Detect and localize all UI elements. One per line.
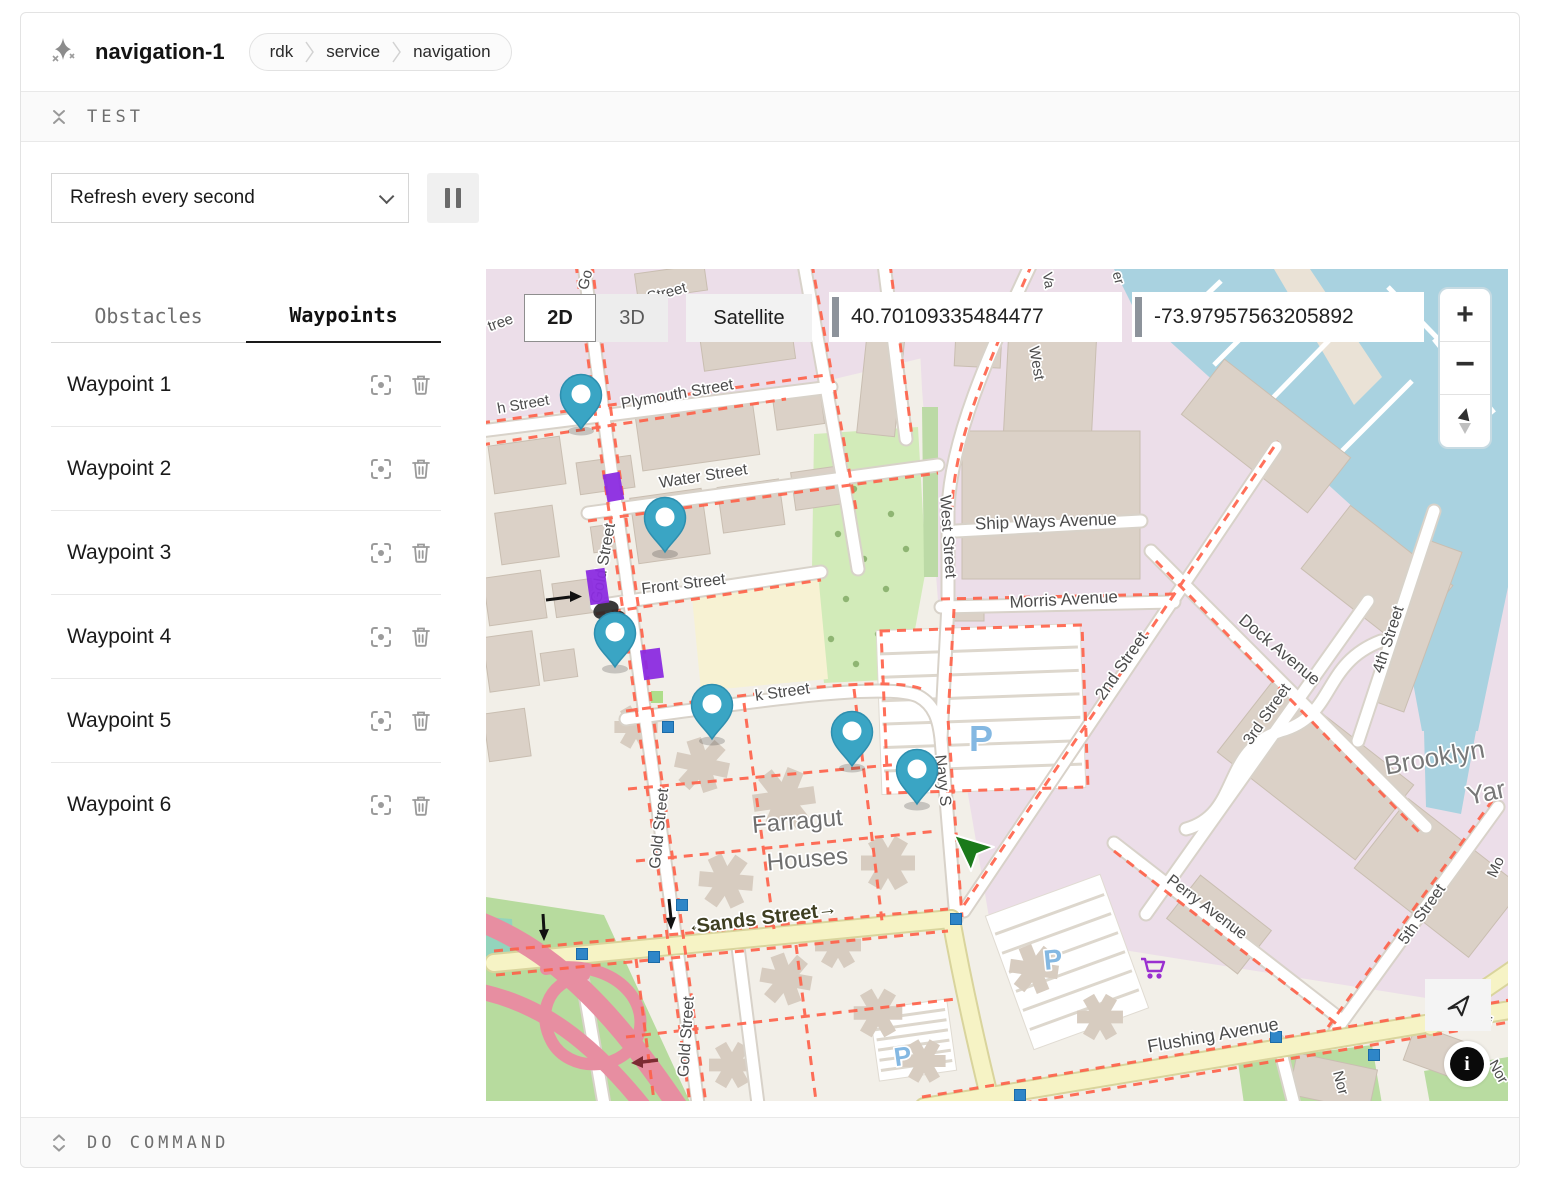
svg-text:Va: Va: [1040, 271, 1059, 290]
waypoint-label: Waypoint 6: [67, 793, 361, 817]
collapse-icon: [51, 106, 67, 128]
focus-icon: [369, 625, 393, 649]
waypoint-label: Waypoint 3: [67, 541, 361, 565]
refresh-rate-select[interactable]: Refresh every second: [51, 173, 409, 223]
info-icon: i: [1450, 1047, 1484, 1081]
waypoint-row: Waypoint 5: [51, 679, 441, 763]
map-mode-toggle: 2D 3D: [524, 294, 668, 342]
trash-icon: [410, 625, 432, 648]
pause-refresh-button[interactable]: [427, 173, 479, 223]
focus-waypoint-button[interactable]: [361, 617, 401, 657]
trash-icon: [410, 373, 432, 396]
chevron-right-icon: [392, 40, 401, 64]
longitude-accent-bar: [1135, 297, 1142, 337]
focus-icon: [369, 373, 393, 397]
latitude-accent-bar: [832, 297, 839, 337]
delete-waypoint-button[interactable]: [401, 701, 441, 741]
longitude-input[interactable]: [1152, 304, 1424, 330]
focus-icon: [369, 541, 393, 565]
focus-icon: [369, 457, 393, 481]
waypoint-list: Waypoint 1: [51, 343, 441, 847]
navigation-map: treeGoStreetVaerh StreetPlymouth StreetW…: [486, 269, 1508, 1101]
waypoint-label: Waypoint 4: [67, 625, 361, 649]
satellite-toggle-button[interactable]: Satellite: [686, 294, 812, 342]
delete-waypoint-button[interactable]: [401, 365, 441, 405]
breadcrumb-item[interactable]: rdk: [270, 42, 294, 62]
trash-icon: [410, 709, 432, 732]
obstacle-rect[interactable]: [640, 648, 664, 680]
waypoint-row: Waypoint 4: [51, 595, 441, 679]
waypoint-row: Waypoint 1: [51, 343, 441, 427]
focus-icon: [369, 793, 393, 817]
focus-icon: [369, 709, 393, 733]
trash-icon: [410, 794, 432, 817]
map-zoom-control: + −: [1438, 287, 1492, 449]
latitude-input[interactable]: [849, 304, 1122, 330]
waypoint-row: Waypoint 3: [51, 511, 441, 595]
longitude-field: [1132, 292, 1424, 342]
delete-waypoint-button[interactable]: [401, 533, 441, 573]
breadcrumb: rdk service navigation: [249, 33, 512, 71]
map-canvas[interactable]: treeGoStreetVaerh StreetPlymouth StreetW…: [486, 269, 1508, 1101]
delete-waypoint-button[interactable]: [401, 449, 441, 489]
delete-waypoint-button[interactable]: [401, 785, 441, 825]
module-card: navigation-1 rdk service navigation TEST…: [20, 12, 1520, 1168]
waypoint-row: Waypoint 2: [51, 427, 441, 511]
test-section-bar[interactable]: TEST: [21, 91, 1519, 142]
waypoint-label: Waypoint 1: [67, 373, 361, 397]
zoom-in-button[interactable]: +: [1440, 289, 1490, 341]
svg-text:P: P: [969, 718, 993, 759]
pause-icon: [445, 188, 450, 208]
waypoint-row: Waypoint 6: [51, 763, 441, 847]
compass-icon: [1454, 406, 1476, 436]
expand-icon: [51, 1132, 67, 1154]
waypoint-label: Waypoint 5: [67, 709, 361, 733]
trash-icon: [410, 457, 432, 480]
test-section-label: TEST: [87, 107, 144, 127]
tab-waypoints[interactable]: Waypoints: [246, 289, 441, 343]
navigate-arrow-icon: [1443, 990, 1473, 1020]
do-command-section-bar[interactable]: DO COMMAND: [21, 1117, 1519, 1168]
focus-waypoint-button[interactable]: [361, 701, 401, 741]
recenter-button[interactable]: [1425, 979, 1491, 1031]
test-sparkle-icon: [49, 36, 77, 69]
focus-waypoint-button[interactable]: [361, 533, 401, 573]
chevron-down-icon: [379, 188, 395, 204]
compass-button[interactable]: [1440, 394, 1490, 447]
chevron-right-icon: [305, 40, 314, 64]
svg-text:P: P: [1042, 943, 1064, 976]
waypoint-label: Waypoint 2: [67, 457, 361, 481]
svg-text:→: →: [816, 897, 839, 921]
refresh-rate-value: Refresh every second: [70, 187, 255, 209]
breadcrumb-item[interactable]: navigation: [413, 42, 491, 62]
focus-waypoint-button[interactable]: [361, 449, 401, 489]
panel-tabs: Obstacles Waypoints: [51, 289, 441, 343]
latitude-field: [829, 292, 1122, 342]
tab-obstacles[interactable]: Obstacles: [51, 289, 246, 343]
focus-waypoint-button[interactable]: [361, 785, 401, 825]
delete-waypoint-button[interactable]: [401, 617, 441, 657]
zoom-out-button[interactable]: −: [1440, 341, 1490, 394]
card-header: navigation-1 rdk service navigation: [21, 13, 1519, 91]
map-attribution-button[interactable]: i: [1444, 1041, 1490, 1087]
mode-3d-button[interactable]: 3D: [596, 294, 668, 342]
mode-2d-button[interactable]: 2D: [524, 294, 596, 342]
page-title: navigation-1: [95, 39, 225, 65]
focus-waypoint-button[interactable]: [361, 365, 401, 405]
breadcrumb-item[interactable]: service: [326, 42, 380, 62]
waypoints-panel: Obstacles Waypoints Waypoint 1: [51, 289, 441, 847]
do-command-label: DO COMMAND: [87, 1133, 229, 1153]
trash-icon: [410, 541, 432, 564]
